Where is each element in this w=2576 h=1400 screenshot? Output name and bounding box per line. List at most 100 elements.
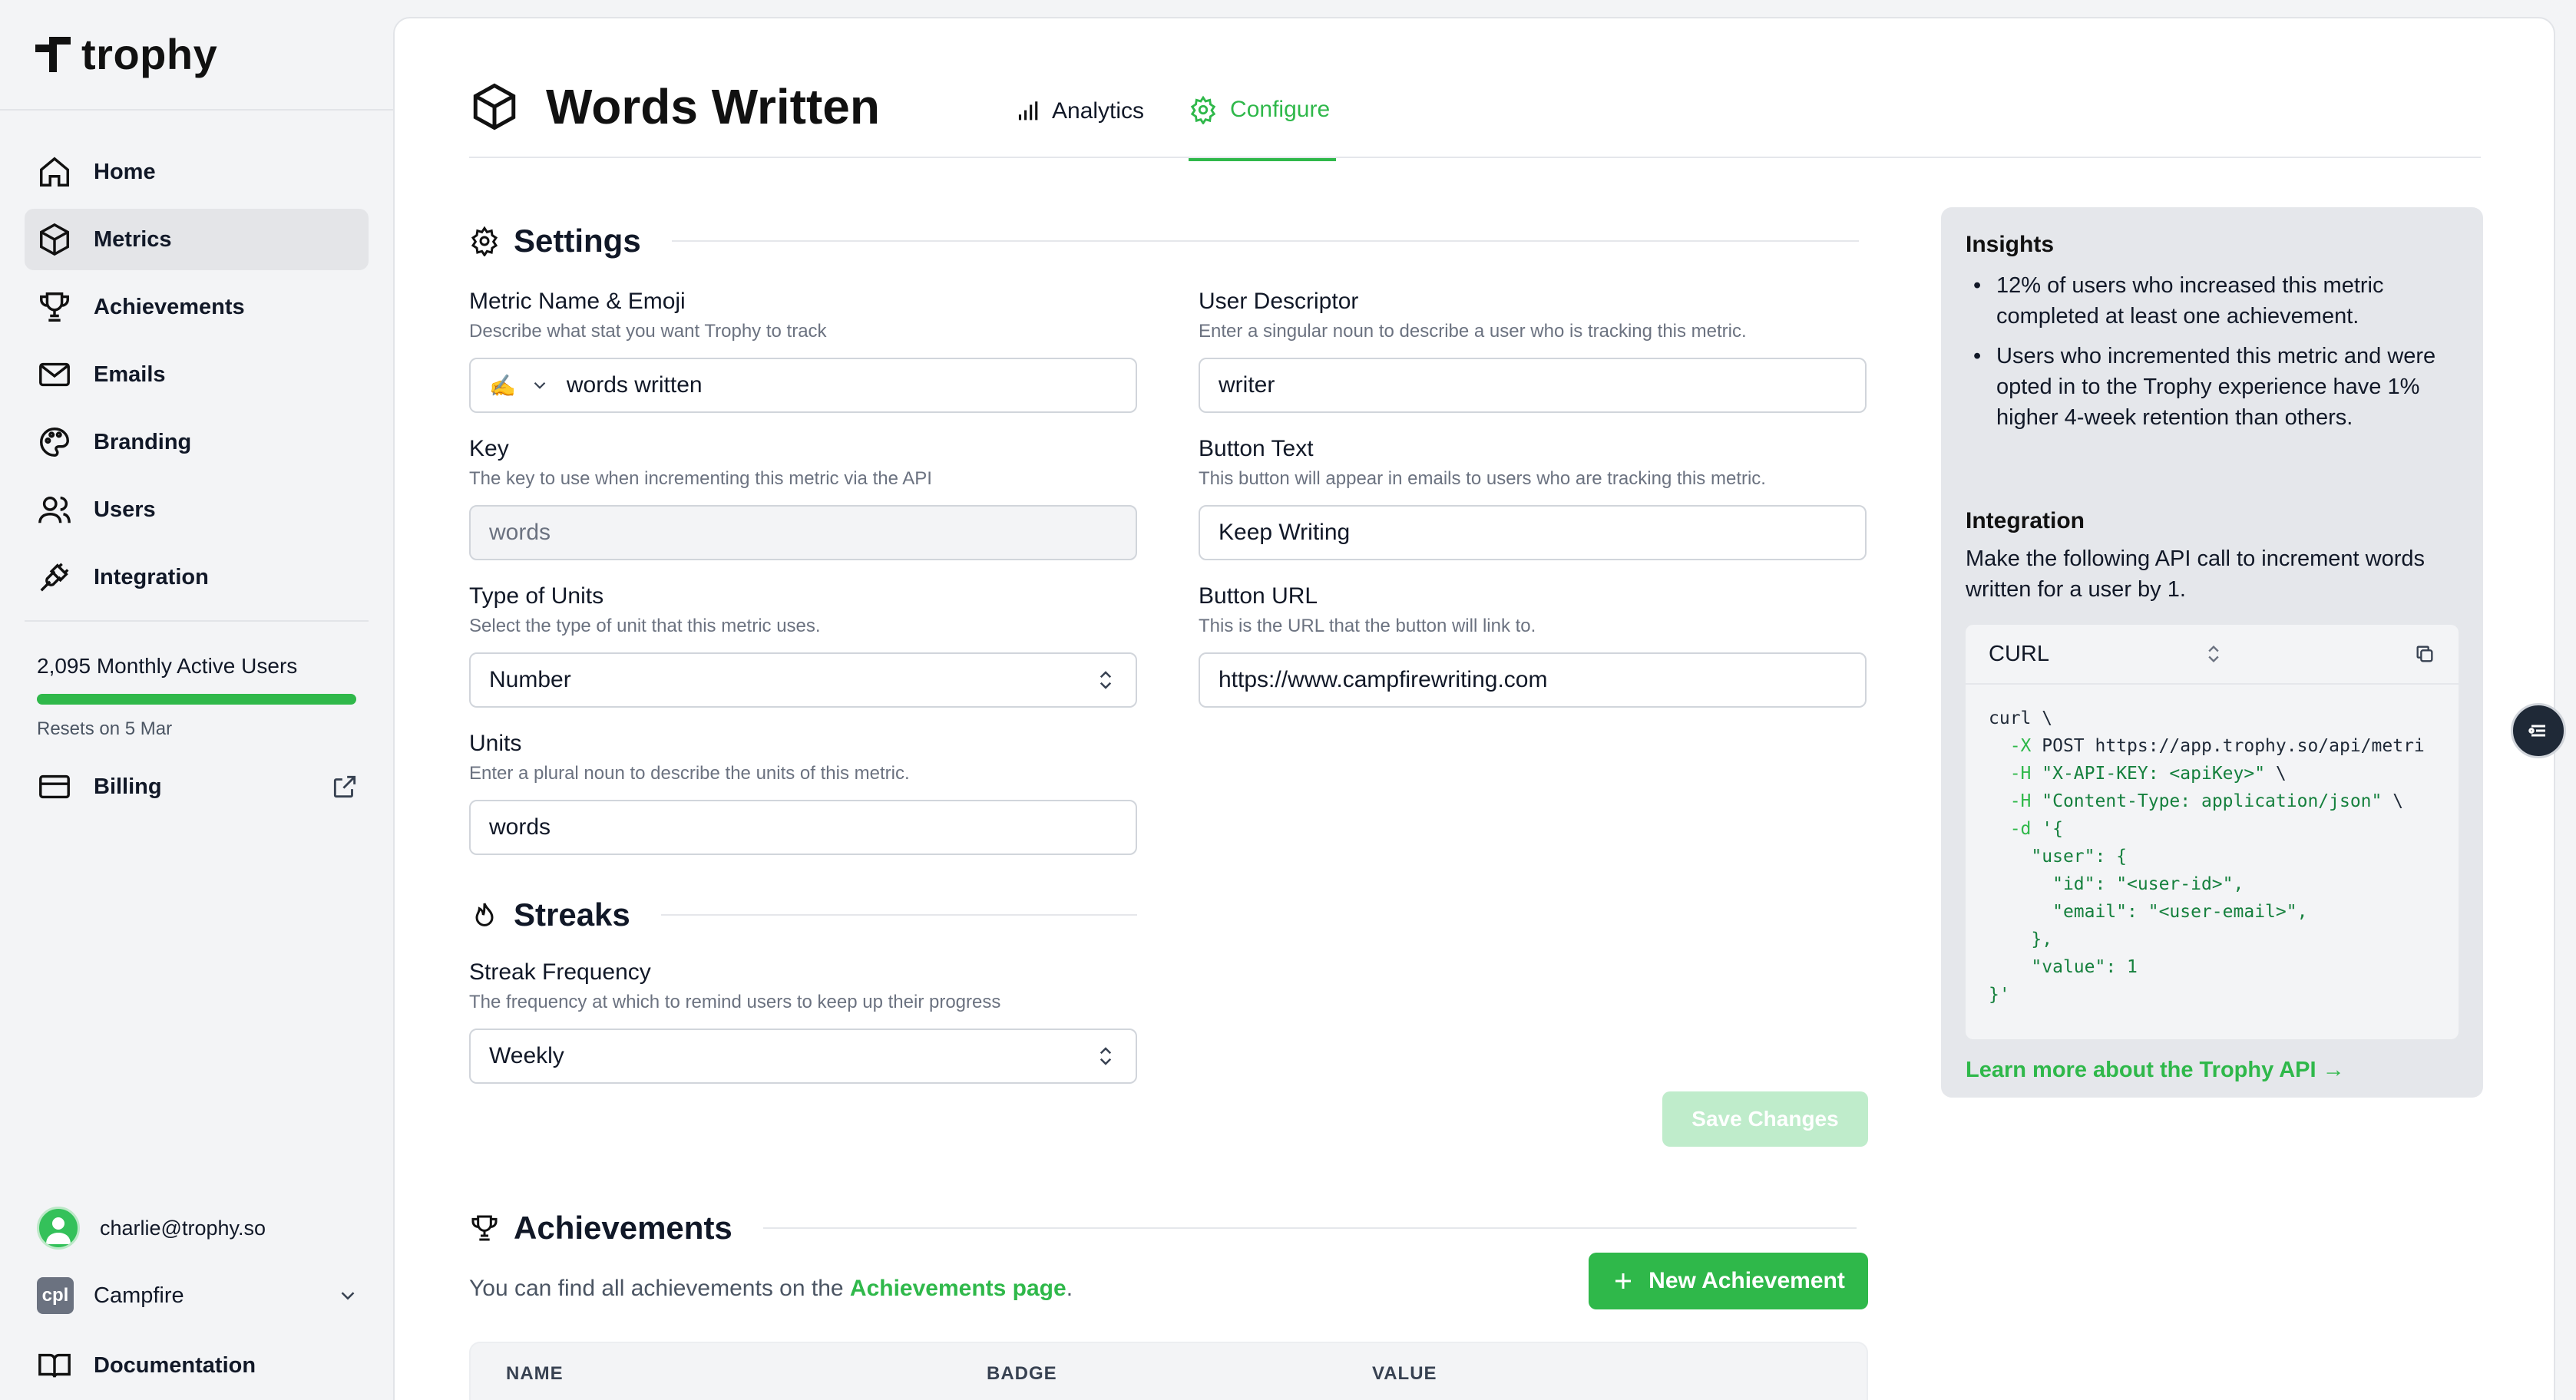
achievements-page-link[interactable]: Achievements page [850,1276,1066,1301]
button-text-input[interactable]: Keep Writing [1199,505,1867,560]
code-token: }, [2009,929,2053,949]
brand-logo[interactable]: trophy [35,29,217,79]
page-title: Words Written [546,79,880,134]
field-label: User Descriptor [1199,289,1359,314]
unit-type-select[interactable]: Number [469,652,1137,708]
sidebar-item-billing[interactable]: Billing [37,769,359,804]
mau-reset-date: Resets on 5 Mar [37,718,173,739]
credit-card-icon [39,774,70,799]
code-token: "user": { [2009,847,2128,867]
chevron-down-icon[interactable] [530,375,550,395]
code-line: -H "Content-Type: application/json" \ [1989,788,2435,815]
gear-icon [471,226,498,256]
field-description: The frequency at which to remind users t… [469,992,1001,1012]
section-rule [660,914,1137,916]
bar-chart-icon [1018,101,1038,121]
tab-configure[interactable]: Configure [1189,95,1337,161]
sidebar-item-label: Metrics [94,226,172,252]
code-token: "Content-Type: application/json" [2042,791,2383,811]
key-field: Key The key to use when incrementing thi… [469,436,1137,560]
field-label: Button URL [1199,583,1318,609]
column-header-value[interactable]: VALUE [1372,1363,1437,1385]
code-line: -d '{ [1989,815,2435,843]
sidebar-item-documentation[interactable]: Documentation [37,1348,256,1383]
sidebar-item-branding[interactable]: Branding [25,411,369,473]
section-title: Settings [514,223,641,259]
flame-icon [475,903,494,926]
section-title: Streaks [514,896,630,933]
select-arrows-icon[interactable] [2203,643,2224,665]
field-description: This button will appear in emails to use… [1199,468,1766,489]
learn-more-api-link[interactable]: Learn more about the Trophy API → [1966,1058,2345,1083]
field-label: Streak Frequency [469,959,651,985]
code-token: "id": [2009,874,2117,894]
sidebar-item-emails[interactable]: Emails [25,344,369,405]
section-rule [671,240,1859,242]
code-token: "email": [2009,902,2148,922]
trophy-logo-icon [35,36,71,72]
emoji-picker[interactable]: ✍️ [489,373,516,398]
main-panel: Words Written Analytics Configure Settin… [393,17,2555,1400]
field-description: Enter a singular noun to describe a user… [1199,321,1747,342]
mau-count: 2,095 Monthly Active Users [37,654,298,678]
button-text-field: Button Text This button will appear in e… [1199,436,1867,560]
field-label: Units [469,731,522,756]
tab-label: Configure [1230,97,1331,122]
sidebar-item-label: Billing [94,774,162,799]
code-line: curl \ [1989,708,2053,728]
sidebar-item-label: Branding [94,429,192,454]
hint-text: You can find all achievements on the [469,1276,844,1301]
units-input[interactable]: words [469,800,1137,855]
tab-analytics[interactable]: Analytics [1014,95,1144,161]
column-header-badge[interactable]: BADGE [987,1363,1057,1385]
save-changes-button[interactable]: Save Changes [1662,1091,1868,1147]
code-token: "<user-email>" [2148,902,2297,922]
user-email: charlie@trophy.so [100,1216,266,1240]
book-icon [38,1353,71,1378]
code-token: , [2297,902,2308,922]
users-icon [38,496,71,523]
unit-type-field: Type of Units Select the type of unit th… [469,583,1137,708]
field-description: The key to use when incrementing this me… [469,468,932,489]
code-token: \ [2382,791,2404,811]
streak-frequency-field: Streak Frequency The frequency at which … [469,959,1137,1084]
user-account[interactable]: charlie@trophy.so [37,1207,266,1250]
select-arrows-icon [1100,671,1112,689]
palette-icon [40,428,69,457]
code-block: CURL curl \ -X POST https://app.trophy.s… [1966,625,2459,1039]
field-label: Metric Name & Emoji [469,289,686,314]
org-switcher[interactable]: cpl Campfire [37,1277,359,1314]
streak-frequency-select[interactable]: Weekly [469,1029,1137,1084]
sidebar-item-label: Emails [94,362,166,387]
floating-help-button[interactable] [2511,703,2566,758]
metric-name-input[interactable]: ✍️ words written [469,358,1137,413]
copy-icon[interactable] [2414,643,2435,665]
org-name: Campfire [94,1283,184,1308]
field-label: Type of Units [469,583,604,609]
sidebar-item-achievements[interactable]: Achievements [25,276,369,338]
sidebar-item-metrics[interactable]: Metrics [25,209,369,270]
sidebar-item-home[interactable]: Home [25,141,369,203]
new-achievement-button[interactable]: New Achievement [1589,1253,1868,1309]
sidebar-item-users[interactable]: Users [25,479,369,540]
code-language-select[interactable]: CURL [1989,642,2049,667]
cube-icon [473,83,516,130]
button-label: New Achievement [1648,1268,1845,1293]
code-token: POST https://app.trophy.so/api/metri [2042,736,2425,756]
sidebar-item-integration[interactable]: Integration [25,546,369,608]
insight-item: 12% of users who increased this metric c… [1966,270,2465,332]
code-line: -X POST https://app.trophy.so/api/metri [1989,732,2435,760]
mau-progress-bar [37,694,356,705]
code-token: \ [2265,764,2287,784]
code-block-header: CURL [1966,625,2459,685]
field-label: Key [469,436,509,461]
button-url-input[interactable]: https://www.campfirewriting.com [1199,652,1867,708]
sidebar-item-label: Users [94,497,156,522]
sidebar-item-label: Achievements [94,294,245,319]
user-descriptor-input[interactable]: writer [1199,358,1867,413]
insights-list: 12% of users who increased this metric c… [1966,270,2465,442]
integration-text: Make the following API call to increment… [1966,546,2425,602]
streaks-heading: Streaks [469,896,1137,933]
brand-name: trophy [81,30,218,78]
column-header-name[interactable]: NAME [506,1363,564,1385]
